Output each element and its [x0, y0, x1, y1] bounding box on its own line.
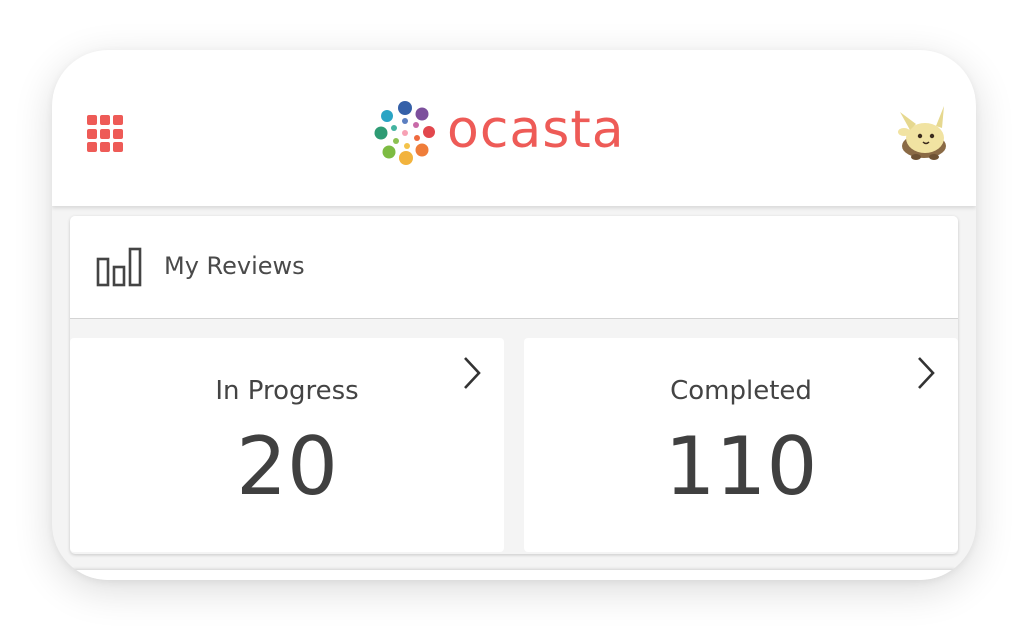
apps-grid-dot — [100, 115, 110, 125]
ocasta-logo: ocasta — [370, 98, 660, 168]
my-reviews-card: My Reviews In Progress 20 Completed 110 — [70, 216, 958, 554]
stat-value: 110 — [664, 420, 818, 513]
logo-mark-icon — [374, 101, 435, 165]
next-card-edge — [70, 570, 958, 580]
stat-label: Completed — [670, 376, 812, 406]
apps-grid-dot — [113, 142, 123, 153]
apps-grid-dot — [87, 128, 97, 139]
apps-grid-dot — [100, 128, 110, 139]
apps-grid-dot — [113, 128, 123, 139]
app-header: ocasta — [52, 50, 976, 206]
apps-grid-dot — [87, 115, 97, 125]
apps-grid-icon[interactable] — [87, 115, 125, 153]
completed-tile[interactable]: Completed 110 — [524, 338, 958, 552]
stat-label: In Progress — [215, 376, 359, 406]
apps-grid-dot — [100, 142, 110, 153]
bar-chart-icon — [96, 247, 142, 287]
my-reviews-header[interactable]: My Reviews — [70, 216, 958, 319]
in-progress-tile[interactable]: In Progress 20 — [70, 338, 504, 552]
phone-frame: ocasta My Reviews In Progress 20 Complet… — [52, 50, 976, 580]
creature-avatar-icon[interactable] — [892, 102, 954, 164]
card-title: My Reviews — [164, 252, 305, 280]
apps-grid-dot — [113, 115, 123, 125]
logo-text: ocasta — [447, 100, 625, 160]
stat-value: 20 — [236, 420, 338, 513]
apps-grid-dot — [87, 142, 97, 153]
